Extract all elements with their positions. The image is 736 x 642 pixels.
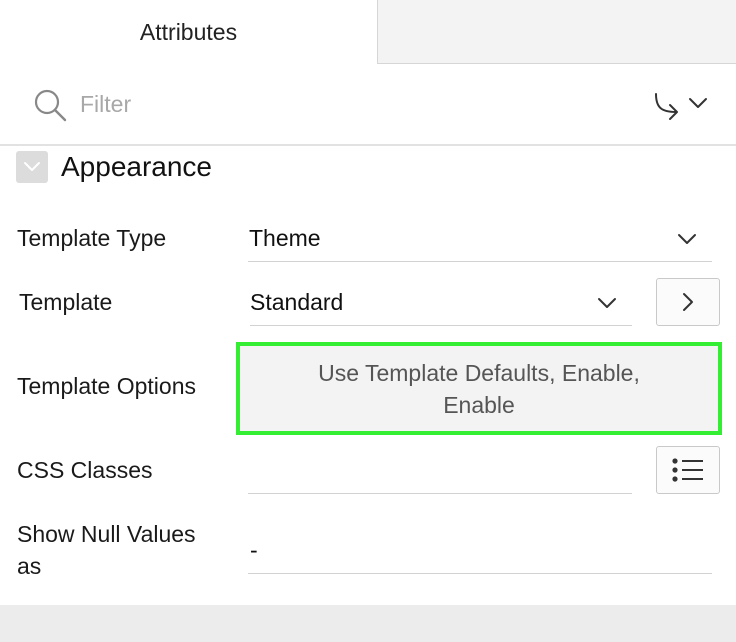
collapse-toggle[interactable] bbox=[16, 151, 48, 183]
field-underline bbox=[248, 573, 712, 574]
show-null-values-label-line1: Show Null Values bbox=[17, 521, 196, 547]
template-type-label: Template Type bbox=[17, 225, 167, 251]
field-underline bbox=[248, 261, 712, 262]
template-options-button[interactable]: Use Template Defaults, Enable, Enable bbox=[236, 342, 722, 435]
chevron-down-icon bbox=[678, 234, 696, 244]
section-header-appearance: Appearance bbox=[16, 150, 212, 184]
template-label: Template bbox=[19, 289, 113, 315]
show-null-values-value: - bbox=[250, 537, 258, 563]
field-underline bbox=[250, 325, 632, 326]
section-title: Appearance bbox=[61, 151, 213, 182]
template-options-label: Template Options bbox=[17, 373, 196, 399]
css-classes-label: CSS Classes bbox=[17, 457, 153, 483]
field-underline bbox=[248, 493, 632, 494]
chevron-right-icon bbox=[683, 293, 693, 311]
filter-bar bbox=[0, 64, 736, 146]
template-type-value: Theme bbox=[249, 225, 321, 251]
search-icon bbox=[34, 89, 67, 122]
tab-bar: Attributes bbox=[0, 0, 736, 64]
show-null-values-label-line2: as bbox=[17, 553, 42, 579]
list-icon bbox=[672, 458, 703, 482]
tab-secondary[interactable] bbox=[378, 0, 736, 64]
filter-input[interactable] bbox=[80, 86, 600, 122]
css-classes-picker-button[interactable] bbox=[656, 446, 720, 494]
tab-attributes-label: Attributes bbox=[139, 18, 238, 45]
goto-arrow-icon[interactable] bbox=[648, 88, 714, 122]
template-type-select[interactable]: Theme bbox=[248, 218, 712, 262]
chevron-down-icon bbox=[598, 298, 616, 308]
template-options-value: Use Template Defaults, Enable, Enable bbox=[318, 359, 640, 418]
template-goto-button[interactable] bbox=[656, 278, 720, 326]
template-value: Standard bbox=[250, 289, 344, 315]
panel-footer bbox=[0, 605, 736, 642]
css-classes-input[interactable] bbox=[248, 448, 632, 494]
tab-attributes[interactable]: Attributes bbox=[0, 0, 378, 64]
show-null-values-input[interactable]: - bbox=[248, 528, 712, 574]
chevron-down-icon bbox=[24, 162, 40, 171]
template-select[interactable]: Standard bbox=[250, 282, 632, 326]
